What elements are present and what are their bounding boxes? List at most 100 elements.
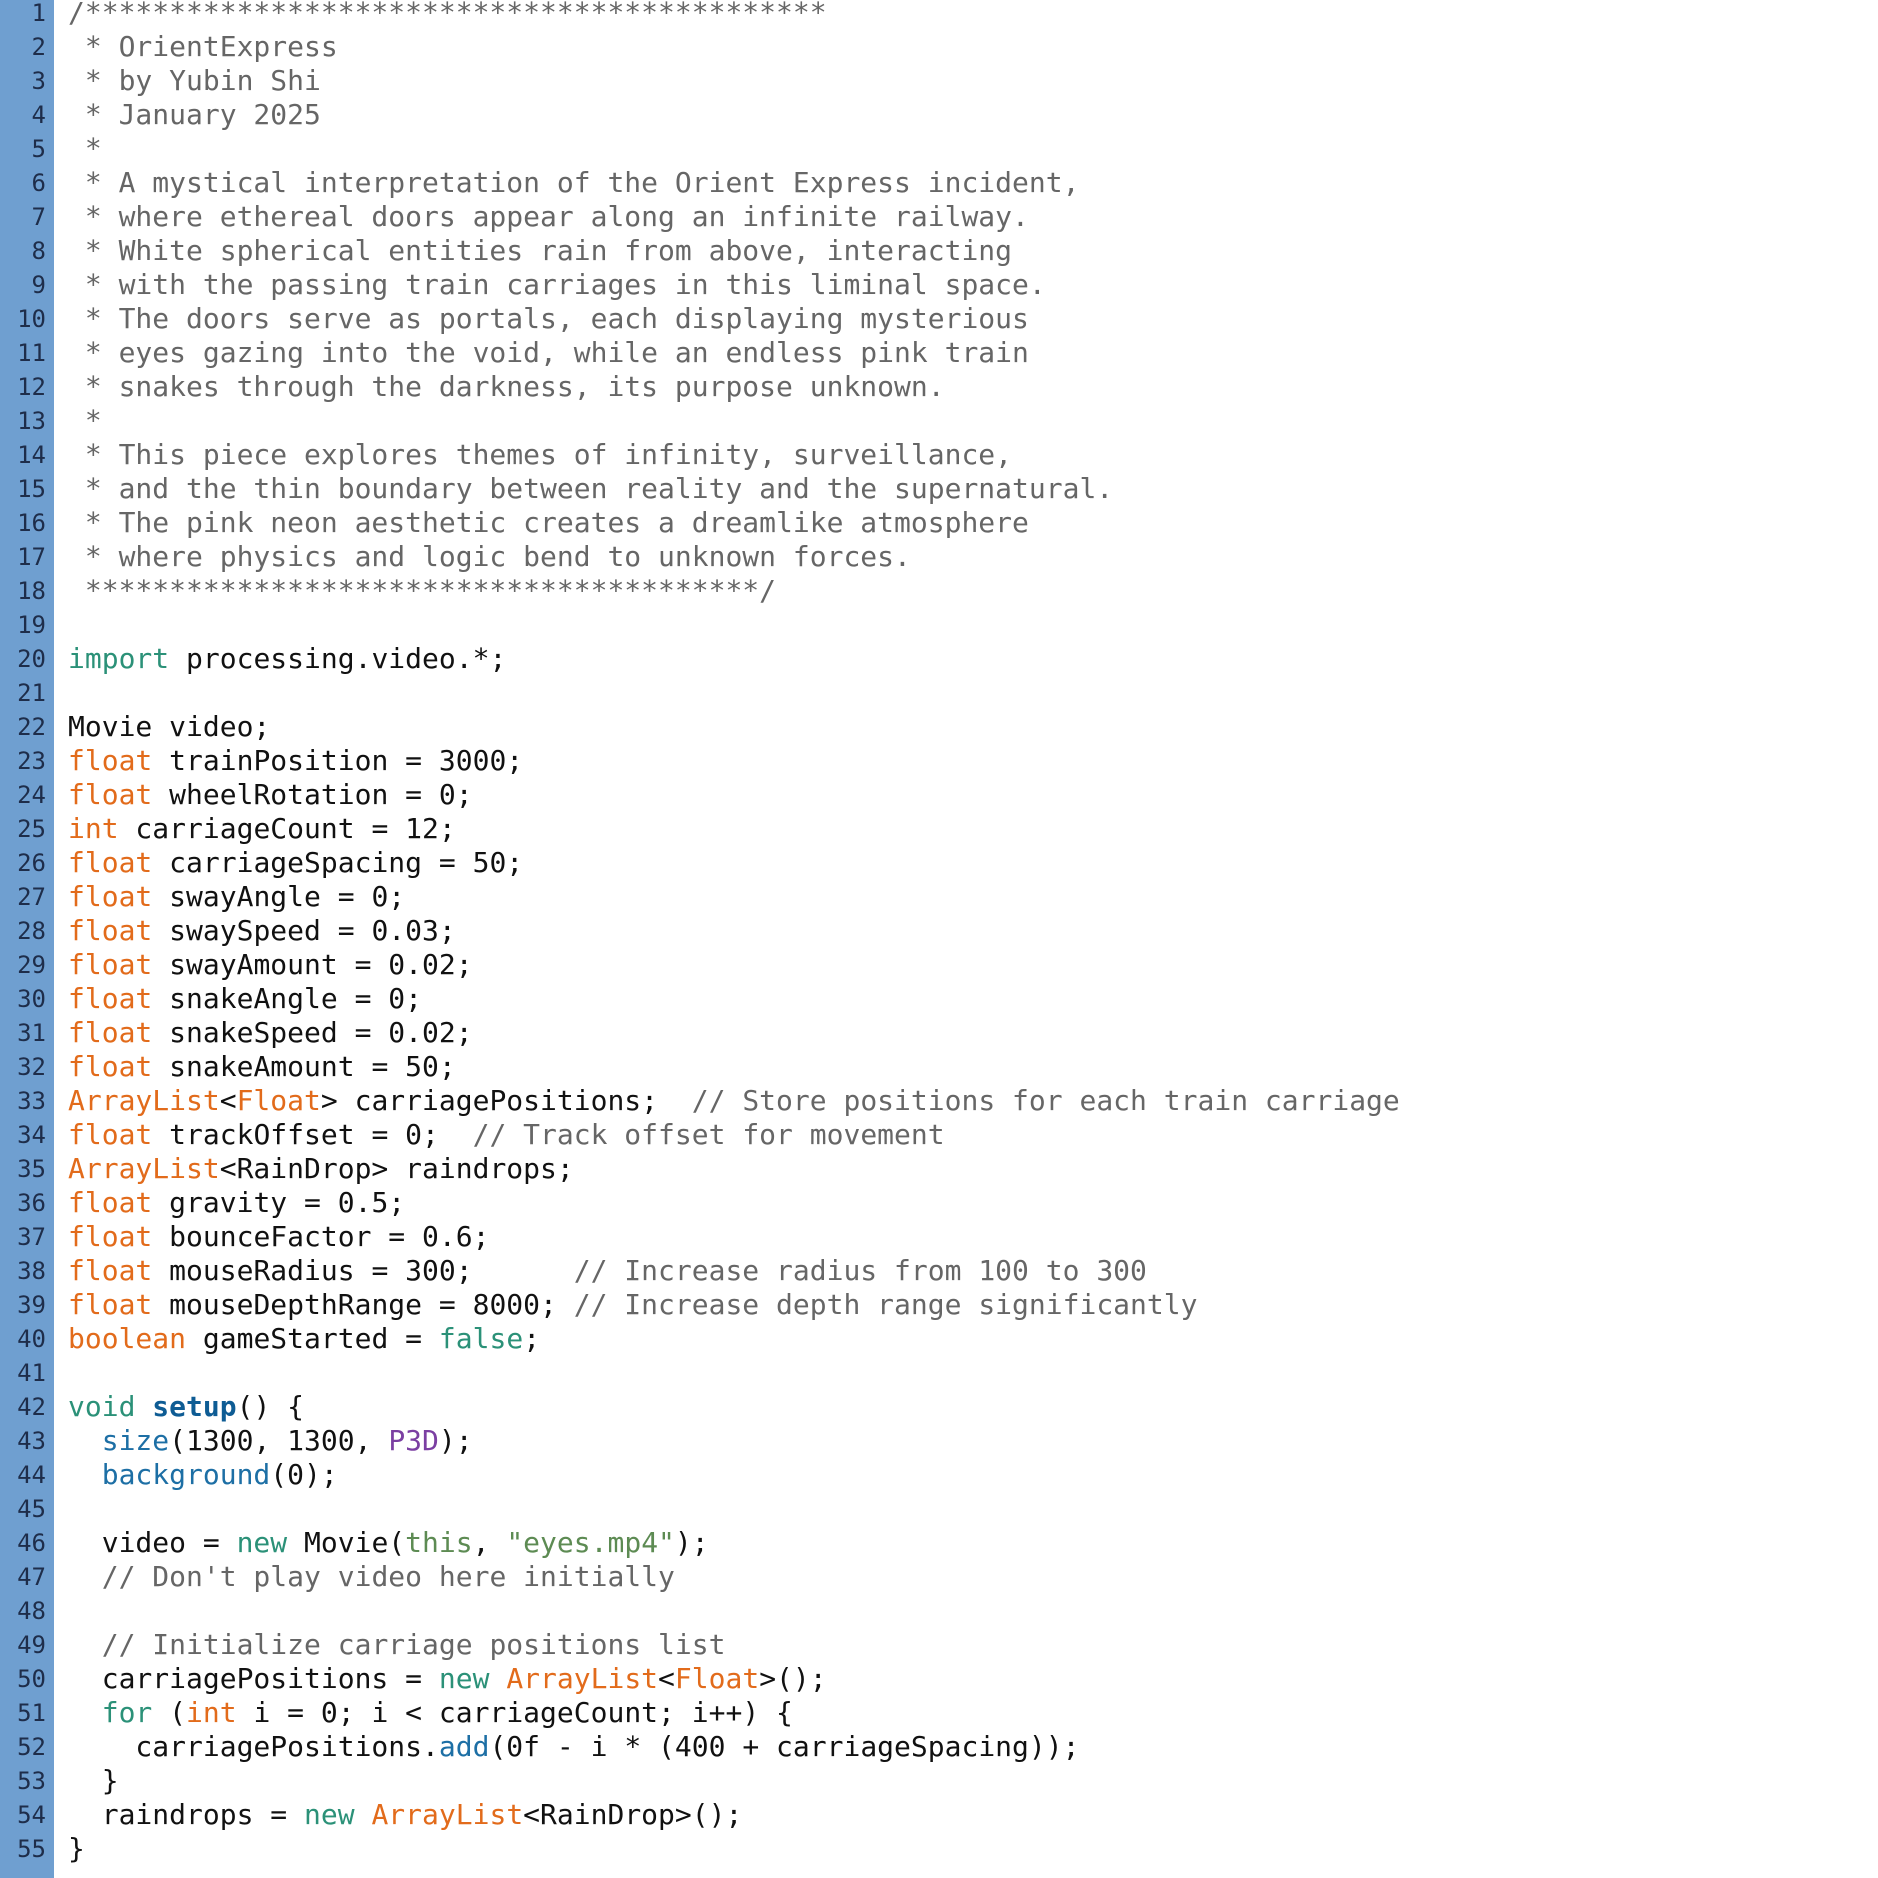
- code-line[interactable]: 18 *************************************…: [0, 574, 1878, 608]
- line-code: * eyes gazing into the void, while an en…: [68, 336, 1029, 370]
- line-number: 38: [17, 1257, 46, 1285]
- code-line[interactable]: 22 Movie video;: [0, 710, 1878, 744]
- code-line[interactable]: 24 float wheelRotation = 0;: [0, 778, 1878, 812]
- line-number: 30: [17, 985, 46, 1013]
- code-line[interactable]: 20 import processing.video.*;: [0, 642, 1878, 676]
- code-line[interactable]: 37 float bounceFactor = 0.6;: [0, 1220, 1878, 1254]
- code-line[interactable]: 35 ArrayList<RainDrop> raindrops;: [0, 1152, 1878, 1186]
- code-line[interactable]: 34 float trackOffset = 0; // Track offset…: [0, 1118, 1878, 1152]
- code-line[interactable]: 51 for (int i = 0; i < carriageCount; i+…: [0, 1696, 1878, 1730]
- line-code: carriagePositions.add(0f - i * (400 + ca…: [68, 1730, 1079, 1764]
- line-number: 33: [17, 1087, 46, 1115]
- code-line[interactable]: 43 size(1300, 1300, P3D);: [0, 1424, 1878, 1458]
- line-number: 54: [17, 1801, 46, 1829]
- code-line[interactable]: 45: [0, 1492, 1878, 1526]
- code-line[interactable]: 7 * where ethereal doors appear along an…: [0, 200, 1878, 234]
- code-line[interactable]: 32 float snakeAmount = 50;: [0, 1050, 1878, 1084]
- token-plain: swayAmount = 0.02;: [152, 948, 473, 981]
- line-code: * with the passing train carriages in th…: [68, 268, 1046, 302]
- token-plain: (0f - i * (400 + carriageSpacing));: [489, 1730, 1080, 1763]
- token-type: float: [68, 1254, 153, 1287]
- token-comment: * This piece explores themes of infinity…: [68, 438, 1013, 471]
- line-code: * snakes through the darkness, its purpo…: [68, 370, 945, 404]
- code-line[interactable]: 48: [0, 1594, 1878, 1628]
- code-line[interactable]: 11 * eyes gazing into the void, while an…: [0, 336, 1878, 370]
- line-number: 22: [17, 713, 46, 741]
- code-line[interactable]: 4 * January 2025: [0, 98, 1878, 132]
- code-line[interactable]: 14 * This piece explores themes of infin…: [0, 438, 1878, 472]
- token-plain: > carriagePositions;: [320, 1084, 692, 1117]
- code-line[interactable]: 53 }: [0, 1764, 1878, 1798]
- code-line[interactable]: 28 float swaySpeed = 0.03;: [0, 914, 1878, 948]
- line-code: * A mystical interpretation of the Orien…: [68, 166, 1080, 200]
- code-line[interactable]: 3 * by Yubin Shi: [0, 64, 1878, 98]
- code-line[interactable]: 44 background(0);: [0, 1458, 1878, 1492]
- code-line[interactable]: 23 float trainPosition = 3000;: [0, 744, 1878, 778]
- token-plain: trackOffset = 0;: [152, 1118, 473, 1151]
- token-type: float: [68, 778, 153, 811]
- token-kw: new: [236, 1526, 288, 1559]
- code-line[interactable]: 26 float carriageSpacing = 50;: [0, 846, 1878, 880]
- code-line[interactable]: 55}: [0, 1832, 1878, 1866]
- code-line[interactable]: 17 * where physics and logic bend to unk…: [0, 540, 1878, 574]
- code-line[interactable]: 5 *: [0, 132, 1878, 166]
- code-line[interactable]: 29 float swayAmount = 0.02;: [0, 948, 1878, 982]
- token-comment: * The doors serve as portals, each displ…: [68, 302, 1029, 335]
- line-number: 51: [17, 1699, 46, 1727]
- code-line[interactable]: 27 float swayAngle = 0;: [0, 880, 1878, 914]
- token-type: ArrayList: [506, 1662, 659, 1695]
- code-line[interactable]: 39 float mouseDepthRange = 8000; // Incre…: [0, 1288, 1878, 1322]
- code-line[interactable]: 15 * and the thin boundary between reali…: [0, 472, 1878, 506]
- code-line[interactable]: 8 * White spherical entities rain from a…: [0, 234, 1878, 268]
- token-plain: gravity = 0.5;: [152, 1186, 406, 1219]
- code-line[interactable]: 33 ArrayList<Float> carriagePositions; //…: [0, 1084, 1878, 1118]
- code-line[interactable]: 50 carriagePositions = new ArrayList<Flo…: [0, 1662, 1878, 1696]
- code-line[interactable]: 2 * OrientExpress: [0, 30, 1878, 64]
- token-plain: <: [219, 1084, 237, 1117]
- code-line[interactable]: 36 float gravity = 0.5;: [0, 1186, 1878, 1220]
- code-line[interactable]: 12 * snakes through the darkness, its pu…: [0, 370, 1878, 404]
- line-number: 47: [17, 1563, 46, 1591]
- line-code: float trainPosition = 3000;: [68, 744, 523, 778]
- line-code: float snakeAmount = 50;: [68, 1050, 456, 1084]
- token-plain: (1300, 1300,: [169, 1424, 389, 1457]
- code-line[interactable]: 46 video = new Movie(this, "eyes.mp4");: [0, 1526, 1878, 1560]
- code-line[interactable]: 38 float mouseRadius = 300; // Increase r…: [0, 1254, 1878, 1288]
- line-code: * The pink neon aesthetic creates a drea…: [68, 506, 1029, 540]
- line-code: ArrayList<Float> carriagePositions; // S…: [68, 1084, 1400, 1118]
- code-line[interactable]: 21: [0, 676, 1878, 710]
- code-line[interactable]: 40 boolean gameStarted = false;: [0, 1322, 1878, 1356]
- line-code: int carriageCount = 12;: [68, 812, 456, 846]
- line-number: 52: [17, 1733, 46, 1761]
- code-line[interactable]: 42 void setup() {: [0, 1390, 1878, 1424]
- code-line[interactable]: 1 /**************************************…: [0, 0, 1878, 30]
- token-plain: <: [658, 1662, 675, 1695]
- code-line[interactable]: 16 * The pink neon aesthetic creates a d…: [0, 506, 1878, 540]
- line-number: 16: [17, 509, 46, 537]
- code-line[interactable]: 41: [0, 1356, 1878, 1390]
- line-number: 11: [17, 339, 46, 367]
- code-line[interactable]: 25 int carriageCount = 12;: [0, 812, 1878, 846]
- code-line[interactable]: 6 * A mystical interpretation of the Ori…: [0, 166, 1878, 200]
- code-line[interactable]: 10 * The doors serve as portals, each di…: [0, 302, 1878, 336]
- token-comment: /***************************************…: [68, 0, 827, 29]
- code-line[interactable]: 19: [0, 608, 1878, 642]
- code-line[interactable]: 30 float snakeAngle = 0;: [0, 982, 1878, 1016]
- code-line[interactable]: 47 // Don't play video here initially: [0, 1560, 1878, 1594]
- line-number: 19: [17, 611, 46, 639]
- token-plain: wheelRotation = 0;: [152, 778, 473, 811]
- token-plain: (: [152, 1696, 187, 1729]
- code-editor[interactable]: 1 /**************************************…: [0, 0, 1878, 1878]
- code-line[interactable]: 52 carriagePositions.add(0f - i * (400 +…: [0, 1730, 1878, 1764]
- code-line[interactable]: 9 * with the passing train carriages in …: [0, 268, 1878, 302]
- line-number: 18: [17, 577, 46, 605]
- token-type: float: [68, 880, 153, 913]
- token-comment: // Increase depth range significantly: [573, 1288, 1198, 1321]
- code-line[interactable]: 13 *: [0, 404, 1878, 438]
- code-line[interactable]: 49 // Initialize carriage positions list: [0, 1628, 1878, 1662]
- code-line[interactable]: 54 raindrops = new ArrayList<RainDrop>()…: [0, 1798, 1878, 1832]
- code-line[interactable]: 31 float snakeSpeed = 0.02;: [0, 1016, 1878, 1050]
